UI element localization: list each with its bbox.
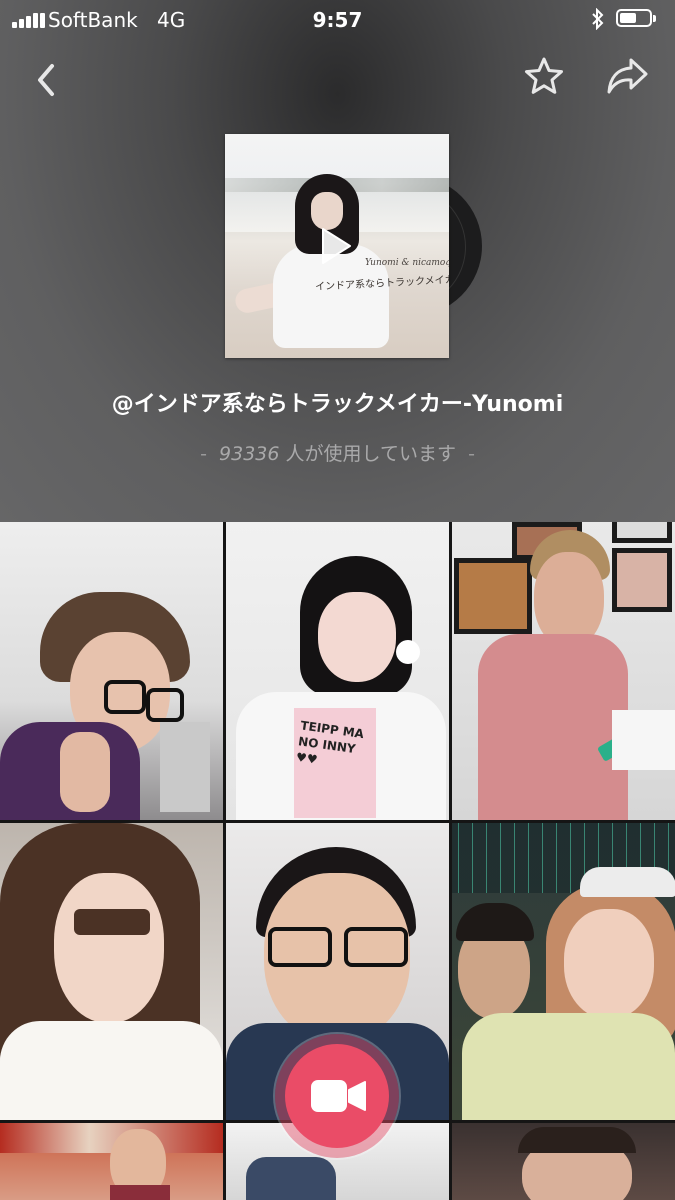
album-cover-art[interactable]: Yunomi & nicamoq インドア系ならトラックメイカー bbox=[225, 134, 449, 358]
video-thumbnail[interactable]: TEIPP MANO INNY ♥♥ bbox=[226, 522, 449, 820]
dash-left: - bbox=[200, 443, 207, 465]
video-thumbnail[interactable] bbox=[452, 1123, 675, 1200]
dash-right: - bbox=[468, 443, 475, 465]
sound-header: SoftBank 4G 9:57 Yunomi & nicamoq インドア系な… bbox=[0, 0, 675, 522]
back-chevron-icon[interactable] bbox=[30, 58, 62, 102]
video-thumbnail[interactable] bbox=[452, 823, 675, 1120]
usage-label: 人が使用しています bbox=[285, 443, 456, 465]
album-artist-caption: Yunomi & nicamoq bbox=[365, 258, 449, 268]
video-thumbnail[interactable] bbox=[0, 1123, 223, 1200]
shirt-print-text: TEIPP MANO INNY ♥♥ bbox=[295, 718, 365, 767]
video-thumbnail[interactable] bbox=[452, 522, 675, 820]
video-camera-icon bbox=[311, 1080, 366, 1112]
song-title: @インドア系ならトラックメイカー-Yunomi bbox=[111, 392, 564, 417]
video-thumbnail[interactable] bbox=[0, 522, 223, 820]
status-bar: SoftBank 4G 9:57 bbox=[0, 0, 675, 40]
status-time: 9:57 bbox=[312, 8, 363, 32]
usage-count-line: - 93336 人が使用しています - bbox=[0, 439, 675, 466]
usage-count: 93336 bbox=[219, 443, 280, 465]
bluetooth-icon bbox=[592, 8, 604, 30]
battery-icon bbox=[616, 9, 656, 29]
share-arrow-icon[interactable] bbox=[604, 54, 650, 98]
favorite-star-icon[interactable] bbox=[522, 54, 566, 98]
video-thumbnail[interactable] bbox=[0, 823, 223, 1120]
record-video-button[interactable] bbox=[275, 1034, 399, 1158]
play-icon[interactable] bbox=[319, 226, 353, 266]
